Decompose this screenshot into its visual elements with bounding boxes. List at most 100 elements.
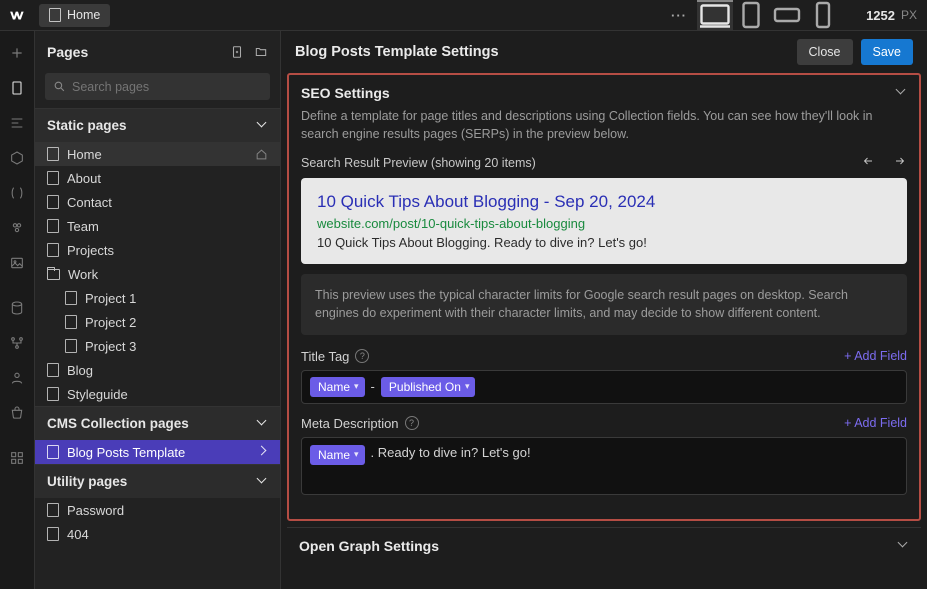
add-field-title[interactable]: + Add Field xyxy=(844,349,907,363)
rail-cms[interactable] xyxy=(0,290,35,325)
arrow-right-icon xyxy=(893,155,907,167)
search-input[interactable] xyxy=(72,80,262,94)
page-item-project-3[interactable]: Project 3 xyxy=(35,334,280,358)
search-pages[interactable] xyxy=(45,73,270,100)
chevron-down-icon xyxy=(899,541,909,551)
page-item-about[interactable]: About xyxy=(35,166,280,190)
arrow-left-icon xyxy=(861,155,875,167)
seo-title: SEO Settings xyxy=(301,85,390,101)
home-icon xyxy=(255,148,268,161)
more-menu[interactable]: ··· xyxy=(661,0,697,31)
page-item-password[interactable]: Password xyxy=(35,498,280,522)
new-folder-icon[interactable] xyxy=(254,45,268,59)
rail-ecommerce[interactable] xyxy=(0,395,35,430)
page-icon xyxy=(47,147,59,161)
page-icon xyxy=(47,243,59,257)
page-item-styleguide[interactable]: Styleguide xyxy=(35,382,280,406)
preview-prev[interactable] xyxy=(861,155,875,170)
viewport-tablet[interactable] xyxy=(733,0,769,31)
page-item-blog[interactable]: Blog xyxy=(35,358,280,382)
page-icon xyxy=(65,339,77,353)
serp-preview: 10 Quick Tips About Blogging - Sep 20, 2… xyxy=(301,178,907,264)
section-utility-pages[interactable]: Utility pages xyxy=(35,464,280,498)
folder-item-work[interactable]: Work xyxy=(35,262,280,286)
meta-description-input[interactable]: Name▾ . Ready to dive in? Let's go! xyxy=(301,437,907,495)
ellipsis-icon: ··· xyxy=(671,8,687,23)
page-item-projects[interactable]: Projects xyxy=(35,238,280,262)
page-icon xyxy=(47,195,59,209)
page-icon xyxy=(49,8,61,22)
settings-header: Blog Posts Template Settings xyxy=(295,44,499,60)
page-item-team[interactable]: Team xyxy=(35,214,280,238)
folder-icon xyxy=(47,269,60,280)
app-logo[interactable] xyxy=(0,0,35,31)
chevron-right-icon xyxy=(258,447,268,457)
rail-navigator[interactable] xyxy=(0,105,35,140)
viewport-desktop[interactable] xyxy=(697,0,733,31)
add-field-meta[interactable]: + Add Field xyxy=(844,416,907,430)
page-icon xyxy=(47,445,59,459)
section-static-pages[interactable]: Static pages xyxy=(35,108,280,142)
page-item-404[interactable]: 404 xyxy=(35,522,280,546)
mobile-landscape-icon xyxy=(769,0,805,33)
page-icon xyxy=(47,527,59,541)
open-graph-section[interactable]: Open Graph Settings xyxy=(287,527,921,564)
page-item-home[interactable]: Home xyxy=(35,142,280,166)
serp-note: This preview uses the typical character … xyxy=(301,274,907,334)
preview-next[interactable] xyxy=(893,155,907,170)
page-icon xyxy=(47,503,59,517)
rail-components[interactable] xyxy=(0,140,35,175)
chip-published-on[interactable]: Published On▾ xyxy=(381,377,476,397)
desktop-icon xyxy=(697,0,733,34)
page-icon xyxy=(47,171,59,185)
rail-variables[interactable] xyxy=(0,175,35,210)
pages-panel: Pages Static pages Home About Contact Te… xyxy=(35,31,281,589)
rail-logic[interactable] xyxy=(0,325,35,360)
new-page-icon[interactable] xyxy=(230,45,244,59)
seo-settings-section: SEO Settings Define a template for page … xyxy=(287,73,921,521)
viewport-landscape-mobile[interactable] xyxy=(769,0,805,31)
title-separator: - xyxy=(371,379,375,394)
page-item-project-2[interactable]: Project 2 xyxy=(35,310,280,334)
title-tag-label: Title Tag xyxy=(301,349,349,364)
viewport-width[interactable]: 1252 xyxy=(841,8,901,23)
viewport-mobile[interactable] xyxy=(805,0,841,31)
meta-description-label: Meta Description xyxy=(301,416,399,431)
rail-styles[interactable] xyxy=(0,210,35,245)
help-icon[interactable]: ? xyxy=(405,416,419,430)
breadcrumb[interactable]: Home xyxy=(39,4,110,27)
chevron-down-icon[interactable] xyxy=(897,88,907,98)
chevron-down-icon xyxy=(258,477,268,487)
tablet-icon xyxy=(733,0,769,33)
rail-users[interactable] xyxy=(0,360,35,395)
section-cms-pages[interactable]: CMS Collection pages xyxy=(35,406,280,440)
search-result-preview-label: Search Result Preview (showing 20 items) xyxy=(301,156,536,170)
og-title: Open Graph Settings xyxy=(299,538,439,554)
chevron-down-icon: ▾ xyxy=(465,381,470,392)
serp-url: website.com/post/10-quick-tips-about-blo… xyxy=(317,216,891,231)
serp-snippet: 10 Quick Tips About Blogging. Ready to d… xyxy=(317,235,891,250)
rail-add[interactable] xyxy=(0,35,35,70)
search-icon xyxy=(53,80,66,93)
mobile-icon xyxy=(805,0,841,33)
save-button[interactable]: Save xyxy=(861,39,914,65)
chevron-down-icon xyxy=(258,419,268,429)
title-tag-input[interactable]: Name▾ - Published On▾ xyxy=(301,370,907,404)
close-button[interactable]: Close xyxy=(797,39,853,65)
chip-name-meta[interactable]: Name▾ xyxy=(310,445,365,465)
help-icon[interactable]: ? xyxy=(355,349,369,363)
rail-apps[interactable] xyxy=(0,440,35,475)
page-icon xyxy=(47,363,59,377)
chevron-down-icon: ▾ xyxy=(354,381,359,392)
page-item-contact[interactable]: Contact xyxy=(35,190,280,214)
rail-assets[interactable] xyxy=(0,245,35,280)
chevron-down-icon: ▾ xyxy=(354,449,359,460)
page-item-project-1[interactable]: Project 1 xyxy=(35,286,280,310)
panel-title: Pages xyxy=(47,44,88,60)
seo-description: Define a template for page titles and de… xyxy=(301,107,907,143)
page-icon xyxy=(65,291,77,305)
page-icon xyxy=(65,315,77,329)
rail-pages[interactable] xyxy=(0,70,35,105)
chip-name[interactable]: Name▾ xyxy=(310,377,365,397)
page-item-blog-posts-template[interactable]: Blog Posts Template xyxy=(35,440,280,464)
